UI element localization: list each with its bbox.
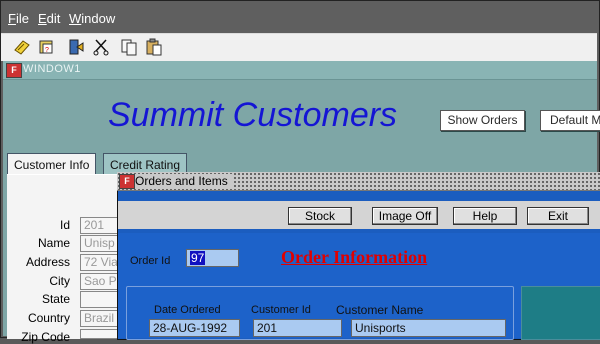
toolbar: ? bbox=[1, 33, 597, 61]
save-icon[interactable] bbox=[13, 38, 31, 56]
zip-code-label: Zip Code bbox=[21, 330, 70, 344]
order-id-field[interactable]: 97 bbox=[186, 249, 239, 267]
cut-icon[interactable] bbox=[93, 38, 111, 56]
country-label: Country bbox=[27, 311, 70, 325]
default-button[interactable]: Default M bbox=[540, 110, 600, 131]
orders-window-titlebar[interactable]: F Orders and Items bbox=[117, 172, 600, 191]
paste-icon[interactable] bbox=[145, 38, 163, 56]
menu-window[interactable]: Window bbox=[69, 11, 115, 26]
tab-customer-info[interactable]: Customer Info bbox=[7, 153, 97, 176]
customer-id-label: Customer Id bbox=[251, 304, 311, 316]
menu-file[interactable]: File bbox=[8, 11, 29, 26]
show-orders-button[interactable]: Show Orders bbox=[440, 110, 525, 131]
city-label: City bbox=[49, 274, 70, 288]
orders-window-title: Orders and Items bbox=[135, 174, 232, 188]
id-label: Id bbox=[59, 218, 70, 232]
copy-icon[interactable] bbox=[120, 38, 138, 56]
date-ordered-label: Date Ordered bbox=[154, 304, 221, 316]
order-id-value: 97 bbox=[190, 251, 206, 265]
order-id-label: Order Id bbox=[130, 255, 171, 267]
section-title: Order Information bbox=[281, 247, 428, 267]
page-title: Summit Customers bbox=[108, 96, 398, 134]
address-label: Address bbox=[25, 255, 70, 269]
stock-button[interactable]: Stock bbox=[288, 207, 352, 225]
customer-name-field[interactable]: Unisports bbox=[351, 319, 506, 337]
help-button[interactable]: Help bbox=[453, 207, 517, 225]
orders-app-icon: F bbox=[119, 174, 135, 189]
svg-text:?: ? bbox=[45, 47, 49, 54]
image-panel bbox=[521, 286, 600, 340]
exit-button[interactable]: Exit bbox=[527, 207, 589, 225]
app-icon: F bbox=[6, 63, 22, 78]
menu-bar: File Edit Window bbox=[1, 1, 597, 33]
state-label: State bbox=[41, 292, 70, 306]
window1-titlebar[interactable]: F WINDOW1 bbox=[3, 61, 597, 80]
window1-title: WINDOW1 bbox=[23, 63, 81, 75]
menu-edit[interactable]: Edit bbox=[38, 11, 60, 26]
exit-icon[interactable] bbox=[67, 38, 85, 56]
name-label: Name bbox=[37, 236, 70, 250]
customer-name-label: Customer Name bbox=[336, 303, 424, 317]
print-icon[interactable]: ? bbox=[38, 38, 56, 56]
date-ordered-field[interactable]: 28-AUG-1992 bbox=[149, 319, 240, 337]
image-off-button[interactable]: Image Off bbox=[372, 207, 438, 225]
customer-id-field[interactable]: 201 bbox=[253, 319, 342, 337]
